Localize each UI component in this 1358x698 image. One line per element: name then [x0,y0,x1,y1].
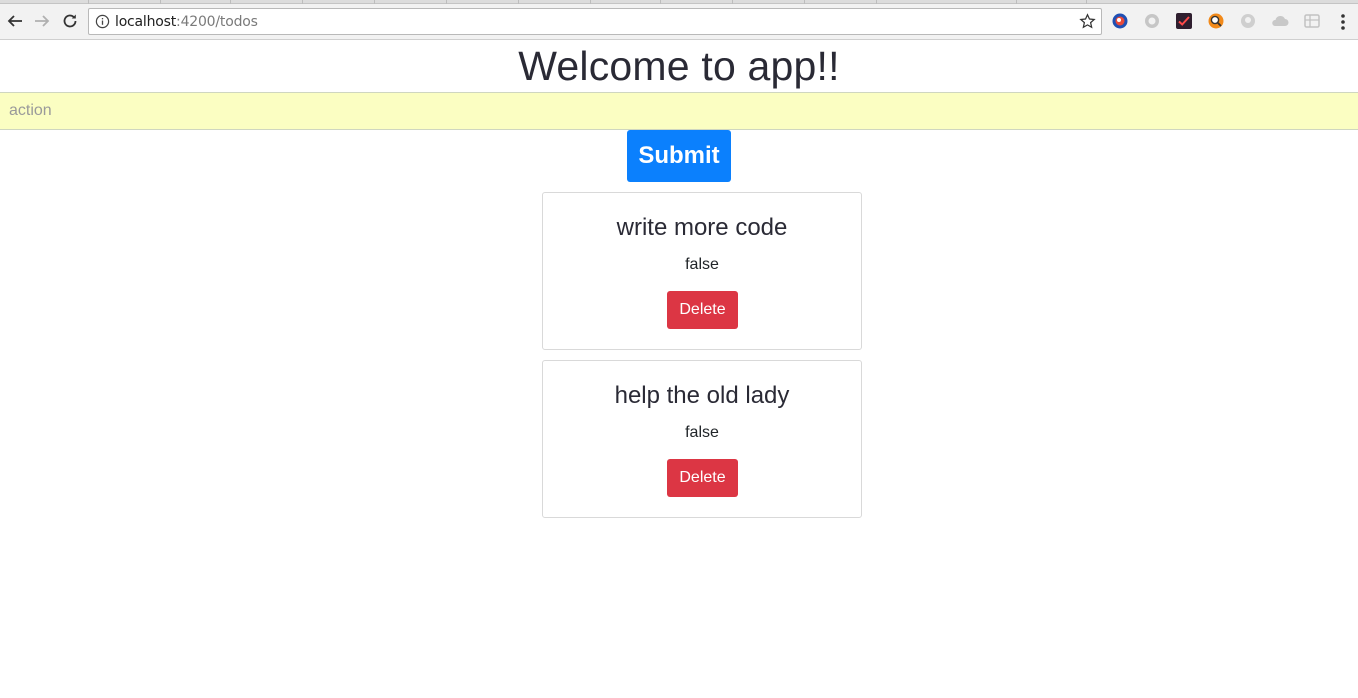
todo-title: write more code [616,214,788,241]
forward-button[interactable] [31,10,53,32]
back-button[interactable] [4,10,26,32]
reload-icon [63,14,77,28]
mascot-extension-icon[interactable] [1111,12,1129,30]
action-input[interactable] [0,92,1358,130]
browser-toolbar: localhost:4200/todos [0,4,1358,40]
arrow-right-icon [35,15,50,27]
todo-card: help the old lady false Delete [542,360,862,518]
todo-card: write more code false Delete [542,192,862,350]
todo-title: help the old lady [614,382,790,409]
url-path: :4200/todos [176,14,258,30]
page-title: Welcome to app!! [518,43,840,89]
delete-button[interactable]: Delete [667,459,738,497]
arrow-left-icon [7,15,22,27]
kebab-menu-icon[interactable] [1336,12,1350,32]
grid-extension-icon[interactable] [1303,12,1321,30]
address-bar[interactable]: localhost:4200/todos [88,8,1102,35]
url-text: localhost:4200/todos [115,14,258,31]
checkmark-extension-icon[interactable] [1175,12,1193,30]
delete-button[interactable]: Delete [667,291,738,329]
cloud-extension-icon[interactable] [1271,12,1289,30]
info-icon[interactable] [95,14,110,29]
submit-button[interactable]: Submit [627,130,731,182]
circle-extension-icon[interactable] [1143,12,1161,30]
url-host: localhost [115,14,177,30]
grey-circle-extension-icon[interactable] [1239,12,1257,30]
bookmark-star-icon[interactable] [1079,13,1096,30]
todo-status: false [685,424,719,441]
todo-status: false [685,256,719,273]
magnifier-extension-icon[interactable] [1207,12,1225,30]
reload-button[interactable] [59,10,81,32]
